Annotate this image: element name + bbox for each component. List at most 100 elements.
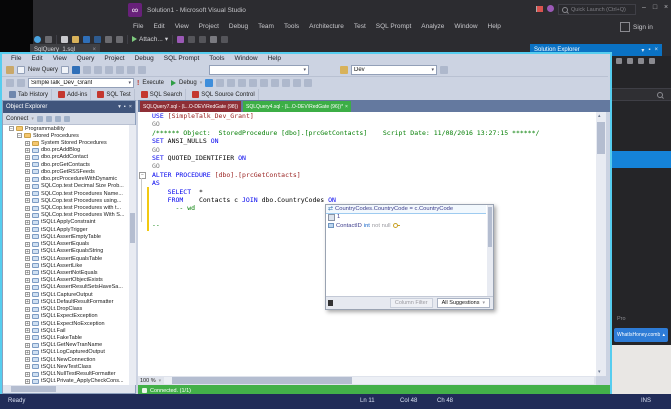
tree-item[interactable]: + tSQLt.AssertEqualsTable xyxy=(3,255,128,262)
ssms-menu-item[interactable]: Query xyxy=(72,54,100,64)
vs-menu-item[interactable]: Help xyxy=(483,22,506,32)
expander-icon[interactable]: + xyxy=(25,342,30,348)
tree-item[interactable]: + System Stored Procedures xyxy=(3,139,128,146)
suggestion-item[interactable]: ContactID int not null xyxy=(326,222,486,230)
expander-icon[interactable]: + xyxy=(25,140,30,146)
tree-item[interactable]: + dbo.prcAddContact xyxy=(3,154,128,161)
tree-item[interactable]: + SQLCop.test Procedures using... xyxy=(3,197,128,204)
expander-icon[interactable]: + xyxy=(25,263,30,269)
ssms-menu-item[interactable]: SQL Prompt xyxy=(159,54,205,64)
copy-icon[interactable] xyxy=(105,66,114,74)
sign-in-button[interactable]: Sign in xyxy=(620,22,653,32)
open-file-icon[interactable] xyxy=(72,35,79,43)
refresh-icon[interactable] xyxy=(627,58,633,64)
addin-button[interactable]: SQL Source Control xyxy=(189,89,259,100)
expander-icon[interactable]: + xyxy=(25,277,30,283)
document-tab[interactable]: SQLQuery4.sql - (L..O-DEV\RedGate (96))*… xyxy=(243,101,351,112)
tree-item[interactable]: + tSQLt.AssertNotEquals xyxy=(3,269,128,276)
zoom-level[interactable]: 100 % xyxy=(140,378,156,384)
toolbar-icon[interactable] xyxy=(188,35,196,43)
ssms-menu-item[interactable]: Debug xyxy=(130,54,159,64)
ssms-menu-item[interactable]: Project xyxy=(99,54,129,64)
expander-icon[interactable]: + xyxy=(25,364,30,370)
expander-icon[interactable]: + xyxy=(25,227,30,233)
toolbar-icon[interactable] xyxy=(249,79,258,87)
tree-item[interactable]: + tSQLt.ExpectException xyxy=(3,313,128,320)
undo-icon[interactable] xyxy=(105,35,112,43)
close-icon[interactable]: × xyxy=(129,104,132,110)
expander-icon[interactable]: + xyxy=(25,205,30,211)
vs-menu-item[interactable]: Tools xyxy=(279,22,304,32)
addin-button[interactable]: Add-ins xyxy=(55,89,92,100)
tree-item[interactable]: + tSQLt.AssertObjectExists xyxy=(3,277,128,284)
addin-button[interactable]: SQL Test xyxy=(94,89,135,100)
close-button[interactable]: × xyxy=(661,4,671,11)
tree-item[interactable]: + tSQLt.AssertEmptyTable xyxy=(3,233,128,240)
suggestion-list[interactable]: ⇄ CountryCodes.CountryCode = c.CountryCod… xyxy=(326,205,486,296)
toolbar-icon[interactable] xyxy=(282,79,291,87)
expander-icon[interactable]: + xyxy=(25,234,30,240)
pin-icon[interactable]: ▪ xyxy=(124,104,126,110)
save-all-icon[interactable] xyxy=(94,35,101,43)
redo-icon[interactable] xyxy=(116,35,123,43)
solution-explorer-selected-item[interactable] xyxy=(612,151,671,168)
tree-item[interactable]: + dbo.prcProcedureWithDynamic xyxy=(3,176,128,183)
expander-icon[interactable]: + xyxy=(25,284,30,290)
scrollbar-thumb[interactable] xyxy=(597,122,605,154)
scrollbar-thumb[interactable] xyxy=(11,386,56,392)
close-tab-icon[interactable]: × xyxy=(345,104,348,110)
paste-icon[interactable] xyxy=(116,66,125,74)
tree-item[interactable]: + tSQLt.AssertEquals xyxy=(3,241,128,248)
expander-icon[interactable]: + xyxy=(25,313,30,319)
toolbar-icon[interactable] xyxy=(227,79,236,87)
vs-menu-item[interactable]: Analyze xyxy=(416,22,449,32)
popup-scrollbar[interactable] xyxy=(487,205,493,296)
tree-item[interactable]: + SQLCop.test Procedures with t... xyxy=(3,204,128,211)
chevron-down-icon[interactable]: ▾ xyxy=(159,378,162,384)
tree-item[interactable]: + tSQLt.GetNewTranName xyxy=(3,342,128,349)
toolbar-icon[interactable] xyxy=(199,35,207,43)
ssms-menu-item[interactable]: Window xyxy=(229,54,262,64)
toolbar-icon[interactable] xyxy=(6,79,14,87)
expander-icon[interactable]: + xyxy=(25,154,30,160)
toolbar-icon[interactable] xyxy=(260,79,269,87)
document-tab[interactable]: SQLQuery7.sql - (L..O-DEV\RedGate (98)) xyxy=(140,101,242,112)
expander-icon[interactable]: + xyxy=(25,147,30,153)
tree-item[interactable]: + tSQLt.ApplyConstraint xyxy=(3,219,128,226)
expander-icon[interactable]: + xyxy=(25,176,30,182)
toolbar-icon[interactable] xyxy=(304,79,313,87)
expander-icon[interactable]: + xyxy=(25,270,30,276)
scrollbar-thumb[interactable] xyxy=(172,377,353,384)
home-icon[interactable] xyxy=(616,58,622,64)
chevron-down-icon[interactable]: ▾ xyxy=(641,47,644,54)
expander-icon[interactable]: + xyxy=(25,169,30,175)
expander-icon[interactable]: + xyxy=(25,248,30,254)
scrollbar-thumb[interactable] xyxy=(130,213,135,243)
tree-item[interactable]: + tSQLt.NewTestClass xyxy=(3,363,128,370)
connect-button[interactable]: Connect xyxy=(6,116,28,122)
cut-icon[interactable] xyxy=(94,66,103,74)
expander-icon[interactable]: + xyxy=(25,241,30,247)
toolbar-icon[interactable] xyxy=(221,35,229,43)
tree-item[interactable]: + tSQLt.DropClass xyxy=(3,305,128,312)
expander-icon[interactable]: + xyxy=(25,371,30,377)
tree-item[interactable]: + tSQLt.LogCapturedOutput xyxy=(3,349,128,356)
tree-item[interactable]: − Programmability xyxy=(3,125,128,132)
new-query-button[interactable]: New Query xyxy=(28,67,58,73)
toolbar-icon[interactable] xyxy=(216,79,225,87)
vs-menu-item[interactable]: Team xyxy=(253,22,279,32)
expander-icon[interactable]: + xyxy=(25,349,30,355)
expander-icon[interactable]: + xyxy=(25,378,30,384)
print-icon[interactable] xyxy=(83,66,92,74)
expander-icon[interactable]: + xyxy=(25,321,30,327)
expander-icon[interactable]: + xyxy=(25,212,30,218)
sql-prompt-icon[interactable] xyxy=(177,35,185,43)
suggestion-item[interactable]: 1 xyxy=(326,213,486,221)
tree-item[interactable]: + tSQLt.AssertLike xyxy=(3,262,128,269)
save-icon[interactable] xyxy=(72,66,81,74)
save-icon[interactable] xyxy=(83,35,90,43)
editor-vertical-scrollbar[interactable]: ▴ ▾ xyxy=(596,112,606,376)
back-icon[interactable] xyxy=(45,35,52,43)
tree-item[interactable]: + tSQLt.NullTestResultFormatter xyxy=(3,370,128,377)
tree-item[interactable]: + tSQLt.FakeTable xyxy=(3,334,128,341)
